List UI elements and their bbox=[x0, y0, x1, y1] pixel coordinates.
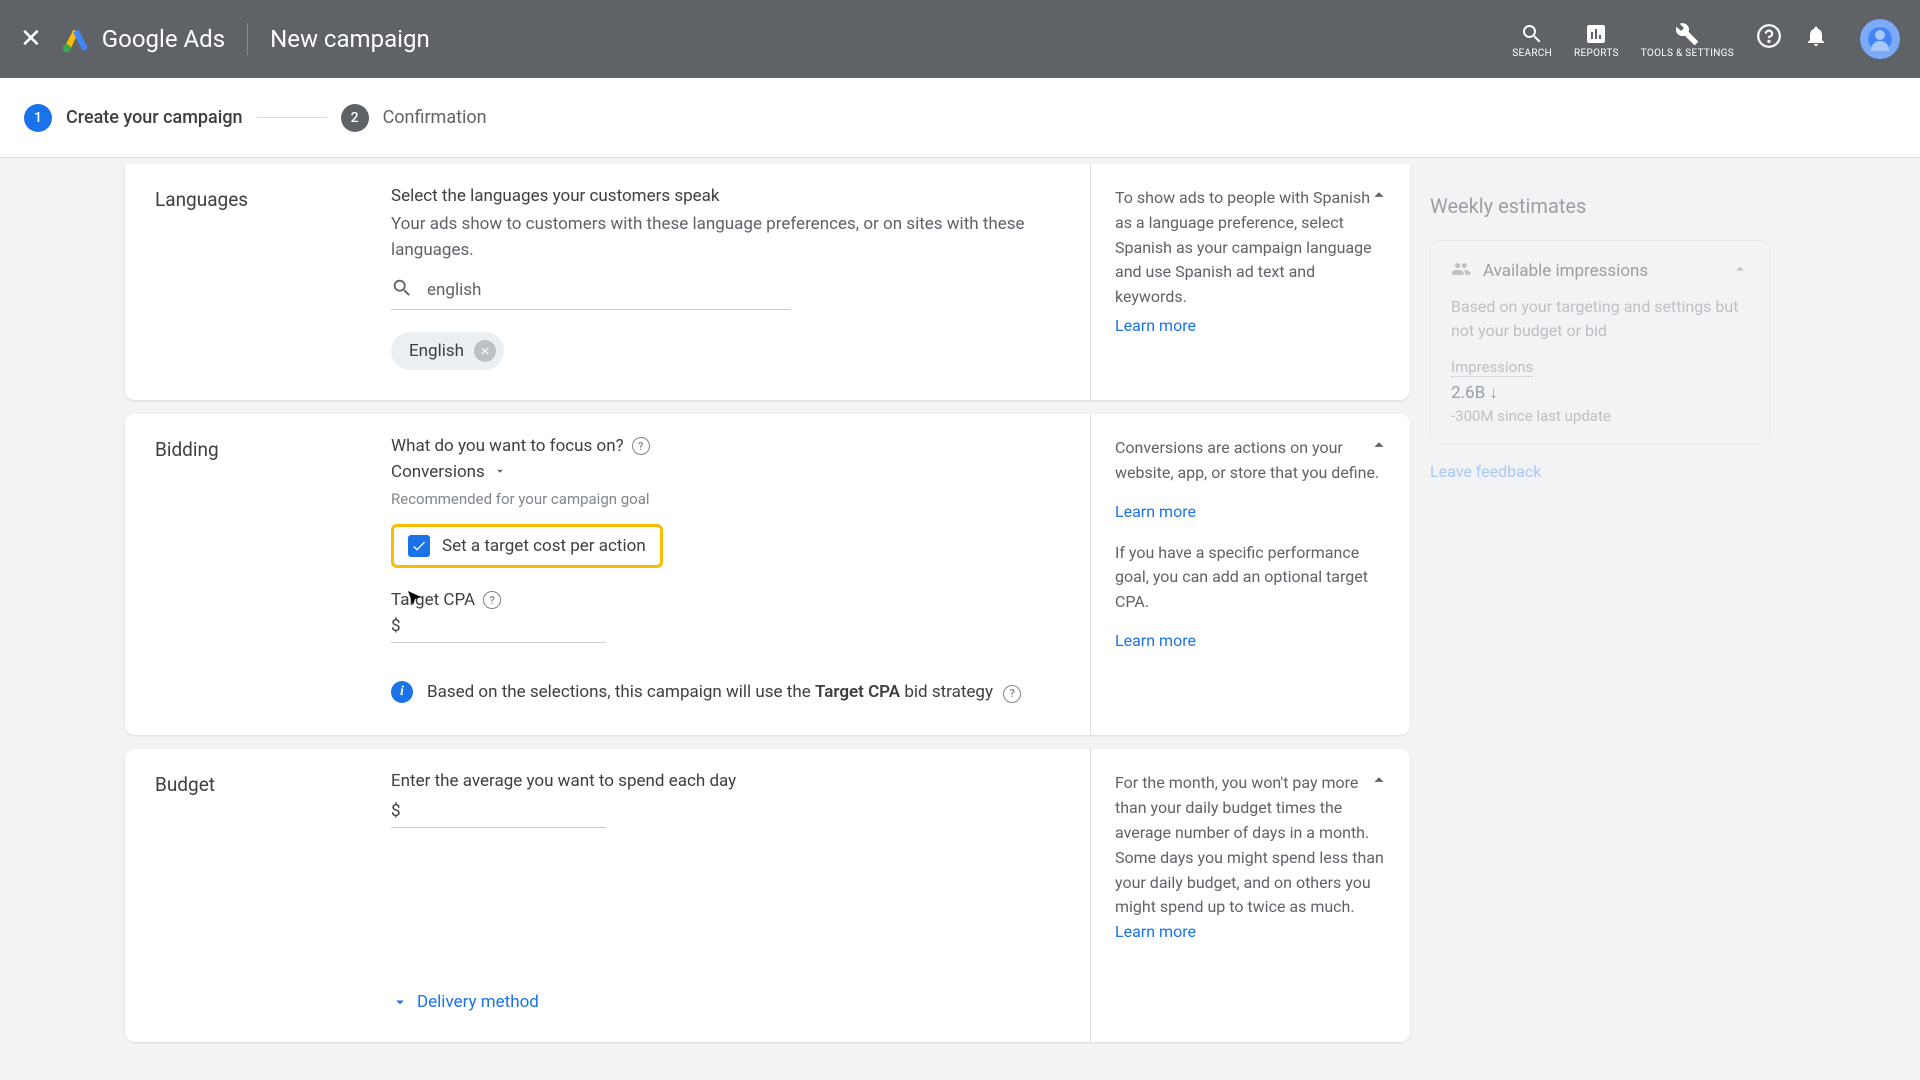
chevron-down-icon bbox=[391, 993, 409, 1011]
step-1-number: 1 bbox=[24, 104, 52, 132]
budget-help-text: For the month, you won't pay more than y… bbox=[1115, 771, 1386, 945]
caret-down-icon bbox=[493, 463, 507, 482]
bidding-help-2: If you have a specific performance goal,… bbox=[1115, 541, 1386, 615]
collapse-icon[interactable] bbox=[1368, 184, 1390, 210]
impressions-card: Available impressions Based on your targ… bbox=[1430, 240, 1770, 444]
impressions-value: 2.6B ↓ bbox=[1451, 383, 1749, 403]
languages-help-text: To show ads to people with Spanish as a … bbox=[1115, 186, 1386, 310]
wrench-icon bbox=[1675, 20, 1699, 48]
reports-icon bbox=[1584, 20, 1608, 48]
chip-label: English bbox=[409, 341, 464, 361]
languages-learn-more-link[interactable]: Learn more bbox=[1115, 316, 1386, 335]
close-icon[interactable]: ✕ bbox=[20, 24, 42, 54]
step-2-number: 2 bbox=[341, 104, 369, 132]
bidding-focus-dropdown[interactable]: Conversions bbox=[391, 462, 1050, 482]
target-cpa-checkbox-row[interactable]: Set a target cost per action bbox=[391, 524, 663, 568]
stepper: 1 Create your campaign 2 Confirmation bbox=[0, 78, 1920, 158]
help-tooltip-icon[interactable]: ? bbox=[483, 591, 501, 609]
bidding-help-1: Conversions are actions on your website,… bbox=[1115, 436, 1386, 486]
step-2[interactable]: 2 Confirmation bbox=[341, 104, 487, 132]
languages-card: Languages Select the languages your cust… bbox=[125, 164, 1410, 400]
page-title: New campaign bbox=[270, 25, 430, 53]
step-connector bbox=[257, 117, 327, 118]
target-cpa-label: Target CPA bbox=[391, 590, 475, 610]
step-1[interactable]: 1 Create your campaign bbox=[24, 104, 243, 132]
bid-strategy-info: Based on the selections, this campaign w… bbox=[427, 679, 1021, 705]
help-tooltip-icon[interactable]: ? bbox=[1003, 685, 1021, 703]
search-tool[interactable]: SEARCH bbox=[1512, 20, 1552, 59]
bidding-recommended-text: Recommended for your campaign goal bbox=[391, 490, 1050, 508]
leave-feedback-link[interactable]: Leave feedback bbox=[1430, 462, 1770, 481]
google-ads-logo-icon bbox=[60, 23, 92, 55]
chip-remove-icon[interactable] bbox=[474, 340, 496, 362]
header-divider bbox=[247, 23, 248, 55]
logo: Google Ads bbox=[60, 23, 225, 55]
impressions-delta: -300M since last update bbox=[1451, 407, 1749, 425]
search-label: SEARCH bbox=[1512, 48, 1552, 59]
target-cpa-input[interactable] bbox=[409, 616, 631, 636]
reports-label: REPORTS bbox=[1574, 48, 1619, 59]
collapse-icon[interactable] bbox=[1368, 769, 1390, 795]
currency-symbol: $ bbox=[391, 616, 401, 636]
impressions-desc: Based on your targeting and settings but… bbox=[1451, 295, 1749, 343]
logo-text: Google Ads bbox=[102, 25, 225, 53]
language-chip-english: English bbox=[391, 332, 504, 370]
target-cpa-checkbox-label: Set a target cost per action bbox=[442, 536, 646, 556]
languages-hint: Your ads show to customers with these la… bbox=[391, 212, 1050, 263]
people-icon bbox=[1451, 259, 1471, 283]
sidebar-title: Weekly estimates bbox=[1430, 194, 1770, 218]
dropdown-value: Conversions bbox=[391, 462, 485, 482]
step-1-label: Create your campaign bbox=[66, 107, 243, 128]
reports-tool[interactable]: REPORTS bbox=[1574, 20, 1619, 59]
help-tooltip-icon[interactable]: ? bbox=[632, 437, 650, 455]
avatar[interactable] bbox=[1860, 19, 1900, 59]
checkbox-checked-icon bbox=[408, 535, 430, 557]
info-icon: i bbox=[391, 681, 413, 703]
delivery-method-label: Delivery method bbox=[417, 992, 539, 1012]
bidding-focus-label: What do you want to focus on? bbox=[391, 436, 624, 456]
bidding-card: Bidding What do you want to focus on? ? … bbox=[125, 414, 1410, 735]
currency-symbol: $ bbox=[391, 801, 401, 821]
help-icon[interactable] bbox=[1756, 23, 1782, 55]
budget-learn-more-link[interactable]: Learn more bbox=[1115, 922, 1196, 941]
tools-settings-label: TOOLS & SETTINGS bbox=[1641, 48, 1734, 59]
target-cpa-input-wrapper[interactable]: $ bbox=[391, 616, 606, 643]
delivery-method-toggle[interactable]: Delivery method bbox=[391, 992, 1050, 1012]
bidding-title: Bidding bbox=[155, 438, 391, 461]
languages-title: Languages bbox=[155, 188, 391, 211]
step-2-label: Confirmation bbox=[383, 107, 487, 128]
search-icon bbox=[391, 277, 413, 303]
language-search[interactable] bbox=[391, 277, 791, 310]
search-icon bbox=[1520, 20, 1544, 48]
notifications-icon[interactable] bbox=[1804, 24, 1828, 54]
budget-title: Budget bbox=[155, 773, 391, 796]
languages-heading: Select the languages your customers spea… bbox=[391, 186, 1050, 206]
bidding-learn-more-1[interactable]: Learn more bbox=[1115, 502, 1386, 521]
impressions-label: Impressions bbox=[1451, 358, 1533, 377]
tools-settings-tool[interactable]: TOOLS & SETTINGS bbox=[1641, 20, 1734, 59]
available-impressions-label: Available impressions bbox=[1483, 261, 1719, 281]
budget-heading: Enter the average you want to spend each… bbox=[391, 771, 1050, 791]
chevron-up-icon[interactable] bbox=[1731, 260, 1749, 282]
budget-input-wrapper[interactable]: $ bbox=[391, 801, 606, 828]
bidding-learn-more-2[interactable]: Learn more bbox=[1115, 631, 1386, 650]
budget-input[interactable] bbox=[409, 801, 631, 821]
collapse-icon[interactable] bbox=[1368, 434, 1390, 460]
budget-card: Budget Enter the average you want to spe… bbox=[125, 749, 1410, 1042]
language-search-input[interactable] bbox=[427, 280, 791, 300]
